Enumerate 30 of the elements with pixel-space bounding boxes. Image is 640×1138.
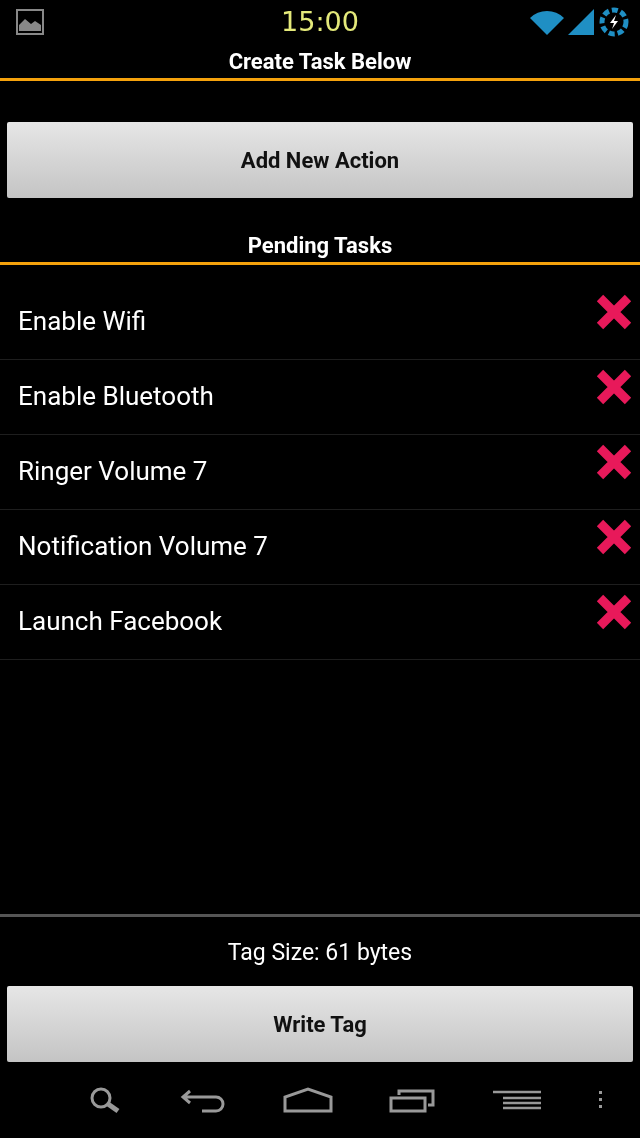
signal-icon (568, 9, 594, 35)
screen-title: Create Task Below (228, 48, 412, 74)
task-label: Ringer Volume 7 (18, 456, 208, 486)
picture-icon (16, 9, 44, 35)
battery-charging-icon (598, 6, 630, 38)
clock-time: 15:00 (281, 6, 359, 37)
delete-icon[interactable] (596, 519, 632, 555)
write-tag-button[interactable]: Write Tag (7, 986, 633, 1062)
delete-icon[interactable] (596, 594, 632, 630)
task-label: Launch Facebook (18, 606, 223, 636)
overflow-button[interactable] (597, 1090, 604, 1110)
delete-icon[interactable] (596, 369, 632, 405)
overflow-icon (597, 1090, 604, 1110)
back-button[interactable] (180, 1087, 227, 1113)
recent-apps-button[interactable] (389, 1087, 438, 1113)
delete-icon[interactable] (596, 294, 632, 330)
section-title: Pending Tasks (247, 232, 393, 258)
task-label: Enable Bluetooth (18, 381, 214, 411)
home-button[interactable] (282, 1087, 333, 1113)
task-label: Notification Volume 7 (18, 531, 268, 561)
wifi-icon (530, 9, 564, 35)
menu-icon (493, 1090, 542, 1110)
delete-icon[interactable] (596, 444, 632, 480)
menu-button[interactable] (493, 1090, 542, 1110)
back-icon (180, 1087, 227, 1113)
add-action-button[interactable]: Add New Action (7, 122, 633, 198)
recent-apps-icon (389, 1087, 438, 1113)
task-label: Enable Wifi (18, 306, 147, 336)
home-icon (282, 1087, 333, 1113)
tag-size-text: Tag Size: 61 bytes (226, 938, 414, 968)
